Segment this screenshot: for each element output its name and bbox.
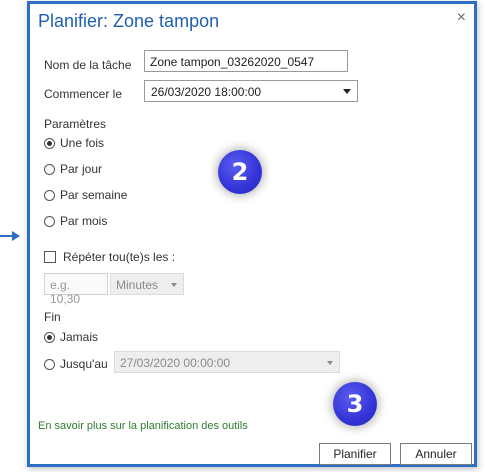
- repeat-unit-value: Minutes: [116, 278, 159, 292]
- chevron-down-icon: [327, 361, 333, 365]
- schedule-button[interactable]: Planifier: [319, 443, 391, 465]
- parameters-heading: Paramètres: [44, 117, 107, 131]
- radio-never-label: Jamais: [60, 330, 99, 344]
- start-datetime-value: 26/03/2020 18:00:00: [151, 85, 262, 99]
- step-2-badge: 2: [218, 150, 262, 194]
- radio-once[interactable]: Une fois: [44, 136, 104, 150]
- radio-indicator: [44, 189, 55, 201]
- chevron-down-icon: [343, 89, 351, 94]
- repeat-label: Répéter tou(te)s les :: [63, 250, 176, 264]
- radio-monthly[interactable]: Par mois: [44, 214, 107, 228]
- cancel-button[interactable]: Annuler: [400, 443, 472, 465]
- learn-more-link[interactable]: En savoir plus sur la planification des …: [38, 420, 248, 432]
- repeat-checkbox[interactable]: [44, 251, 56, 263]
- radio-once-label: Une fois: [60, 136, 105, 150]
- radio-indicator: [44, 163, 55, 175]
- schedule-dialog: Planifier: Zone tampon × Nom de la tâche…: [27, 1, 477, 467]
- task-name-input[interactable]: Zone tampon_03262020_0547: [144, 50, 348, 72]
- radio-indicator: [44, 358, 55, 370]
- pointer-arrow-icon: [12, 231, 20, 241]
- radio-never[interactable]: Jamais: [44, 330, 98, 344]
- dialog-title: Planifier: Zone tampon: [38, 11, 220, 31]
- until-datetime-value: 27/03/2020 00:00:00: [120, 356, 231, 370]
- task-name-label: Nom de la tâche: [44, 58, 132, 72]
- radio-weekly-label: Par semaine: [60, 188, 128, 202]
- start-label: Commencer le: [44, 87, 123, 101]
- radio-until-label: Jusqu'au: [60, 357, 108, 371]
- step-3-badge: 3: [333, 382, 377, 426]
- until-datetime-dropdown[interactable]: 27/03/2020 00:00:00: [114, 351, 340, 373]
- radio-daily-label: Par jour: [60, 162, 103, 176]
- chevron-down-icon: [171, 283, 177, 287]
- start-datetime-dropdown[interactable]: 26/03/2020 18:00:00: [144, 80, 358, 102]
- radio-indicator: [44, 137, 55, 149]
- radio-until[interactable]: Jusqu'au: [44, 357, 108, 371]
- radio-monthly-label: Par mois: [60, 214, 108, 228]
- radio-weekly[interactable]: Par semaine: [44, 188, 127, 202]
- radio-daily[interactable]: Par jour: [44, 162, 102, 176]
- repeat-unit-dropdown[interactable]: Minutes: [110, 273, 184, 295]
- repeat-interval-input[interactable]: e.g. 10,30: [44, 273, 108, 306]
- end-heading: Fin: [44, 310, 61, 324]
- radio-indicator: [44, 215, 55, 227]
- close-icon[interactable]: ×: [457, 9, 466, 27]
- radio-indicator: [44, 331, 55, 343]
